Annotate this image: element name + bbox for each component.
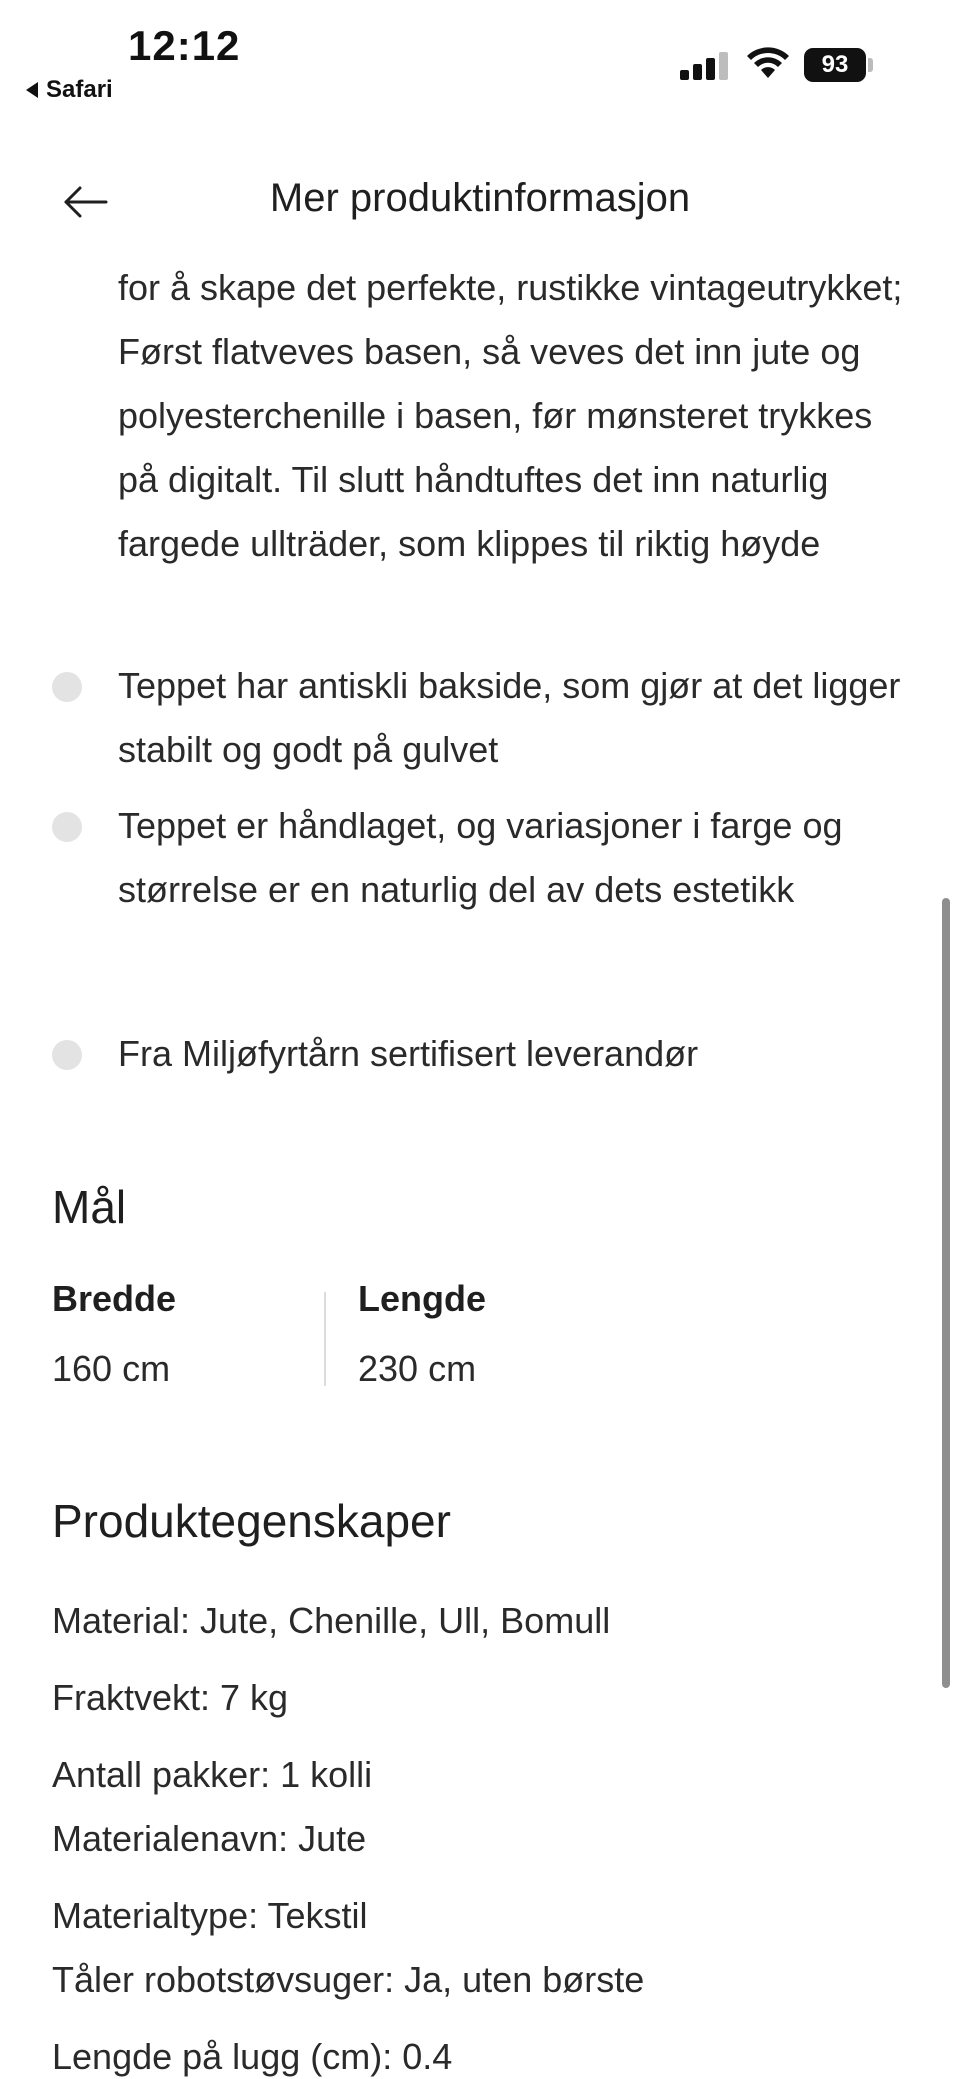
battery-level: 93: [821, 51, 849, 78]
property-item: Material: Jute, Chenille, Ull, Bomull: [52, 1600, 611, 1641]
dimensions-divider: [324, 1292, 326, 1386]
list-item: Teppet har antiskli bakside, som gjør at…: [118, 665, 901, 770]
product-info-page: 12:12 Safari 93 Mer produktinformasjon f: [0, 0, 960, 2079]
property-item: Fraktvekt: 7 kg: [52, 1677, 289, 1718]
properties-title: Produktegenskaper: [52, 1495, 451, 1547]
battery-cap: [868, 58, 873, 72]
description-continued: for å skape det perfekte, rustikke vinta…: [118, 267, 903, 564]
width-label: Bredde: [52, 1278, 177, 1319]
property-item: Antall pakker: 1 kolli: [52, 1754, 373, 1795]
page-title: Mer produktinformasjon: [269, 176, 691, 220]
length-label: Lengde: [358, 1278, 487, 1319]
bullet-dot: [52, 812, 82, 842]
property-item: Tåler robotstøvsuger: Ja, uten børste: [52, 1959, 645, 2000]
bullet-dot: [52, 672, 82, 702]
scrollbar[interactable]: [942, 898, 950, 1688]
status-bar: 12:12 Safari 93: [0, 0, 960, 120]
back-triangle-icon: [26, 82, 38, 98]
cellular-signal-icon: [680, 52, 730, 80]
status-time: 12:12: [128, 22, 241, 69]
dimensions-title: Mål: [52, 1181, 127, 1233]
back-to-safari-button[interactable]: Safari: [26, 76, 113, 104]
wifi-icon: [747, 47, 789, 78]
length-value: 230 cm: [358, 1348, 477, 1389]
property-item: Materialenavn: Jute: [52, 1818, 367, 1859]
property-item: Materialtype: Tekstil: [52, 1895, 368, 1936]
width-value: 160 cm: [52, 1348, 171, 1389]
list-item: Teppet er håndlaget, og variasjoner i fa…: [118, 805, 843, 910]
property-item: Lengde på lugg (cm): 0.4: [52, 2036, 453, 2077]
list-item: Fra Miljøfyrtårn sertifisert leverandør: [118, 1033, 699, 1074]
bullet-dot: [52, 1040, 82, 1070]
page-header: Mer produktinformasjon: [0, 160, 960, 250]
battery-icon: 93: [804, 48, 866, 82]
back-app-label: Safari: [46, 76, 113, 103]
